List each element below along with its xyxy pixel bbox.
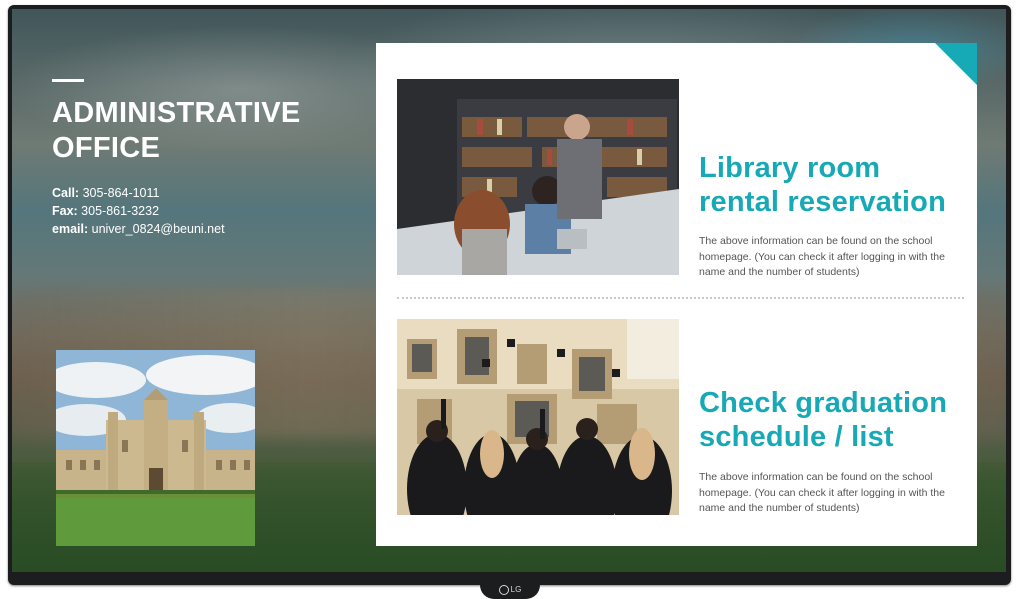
graduation-photo bbox=[397, 319, 679, 515]
tv-brand-text: LG bbox=[510, 585, 522, 594]
contact-label: email: bbox=[52, 222, 89, 236]
title-accent-bar bbox=[52, 79, 84, 82]
corner-accent bbox=[935, 43, 977, 85]
office-title: ADMINISTRATIVE OFFICE bbox=[52, 97, 301, 164]
contact-value: univer_0824@beuni.net bbox=[88, 222, 225, 236]
contact-list: Call: 305-864-1011 Fax: 305-861-3232 ema… bbox=[52, 184, 301, 238]
contact-email: email: univer_0824@beuni.net bbox=[52, 220, 301, 238]
library-description: The above information can be found on th… bbox=[699, 235, 945, 278]
tv-brand-logo: LG bbox=[480, 583, 540, 599]
contact-value: 305-864-1011 bbox=[79, 186, 160, 200]
contact-label: Call: bbox=[52, 186, 80, 200]
section-divider bbox=[397, 297, 964, 299]
library-photo bbox=[397, 79, 679, 275]
library-heading: Library room rental reservation bbox=[699, 152, 946, 218]
graduation-heading: Check graduation schedule / list bbox=[699, 387, 948, 453]
lg-logo-icon bbox=[498, 584, 509, 595]
info-card: Library room rental reservation The abov… bbox=[376, 43, 977, 546]
contact-label: Fax: bbox=[52, 204, 78, 218]
graduation-description: The above information can be found on th… bbox=[699, 471, 945, 514]
office-info-panel: ADMINISTRATIVE OFFICE Call: 305-864-1011… bbox=[52, 79, 301, 238]
contact-fax: Fax: 305-861-3232 bbox=[52, 202, 301, 220]
signage-screen: ADMINISTRATIVE OFFICE Call: 305-864-1011… bbox=[12, 9, 1006, 572]
contact-call: Call: 305-864-1011 bbox=[52, 184, 301, 202]
contact-value: 305-861-3232 bbox=[77, 204, 160, 218]
campus-photo bbox=[56, 350, 255, 546]
